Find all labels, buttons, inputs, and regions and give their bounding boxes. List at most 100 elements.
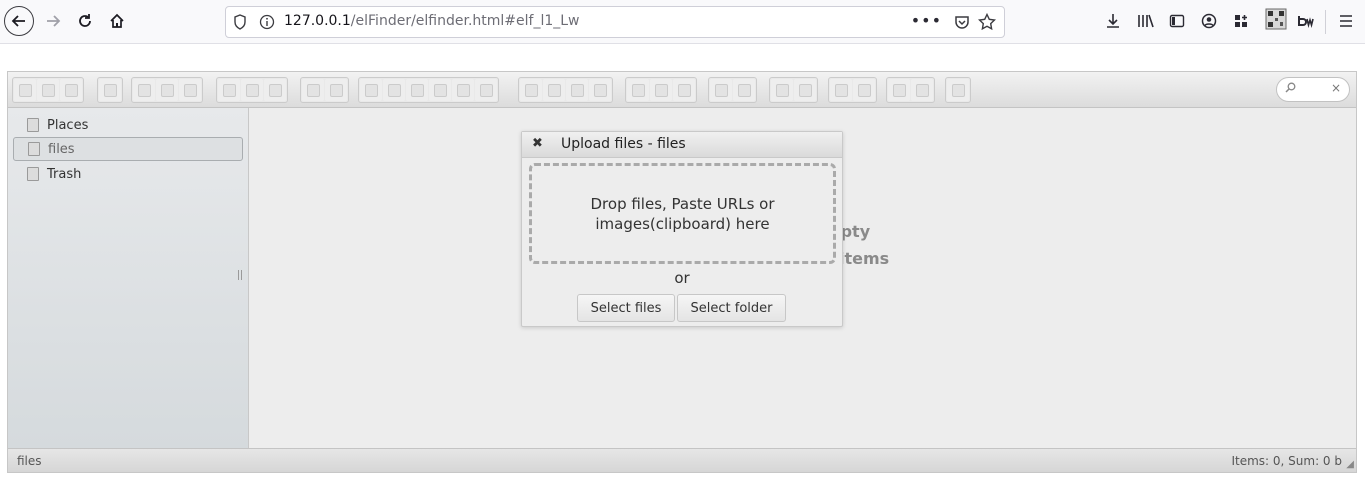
tracking-shield-icon[interactable] — [233, 14, 247, 34]
dropzone-text: Drop files, Paste URLs or images(clipboa… — [590, 194, 775, 233]
back-tool-icon[interactable] — [14, 79, 36, 101]
dialog-title: Upload files - files — [561, 136, 686, 152]
paste-tool-icon[interactable] — [406, 79, 428, 101]
fullscreen-tool-icon[interactable] — [947, 79, 969, 101]
site-info-icon[interactable] — [259, 14, 275, 34]
up-tool-icon[interactable] — [60, 79, 82, 101]
upload-dialog: ✖ Upload files - files Drop files, Paste… — [521, 131, 843, 327]
url-text[interactable]: 127.0.0.1/elFinder/elfinder.html#elf_l1_… — [284, 13, 580, 29]
rename-tool-icon[interactable] — [543, 79, 565, 101]
toolbar-separator — [1325, 10, 1326, 34]
toolbar-group-edit — [358, 77, 499, 103]
toolbar-group-file — [131, 77, 203, 103]
addon-bw-icon[interactable] — [1296, 11, 1316, 31]
sidebar-icon[interactable] — [1167, 11, 1187, 31]
or-separator: or — [674, 269, 690, 287]
getfile-tool-icon[interactable] — [264, 79, 286, 101]
hide-tool-icon[interactable] — [475, 79, 497, 101]
resize-tool-icon[interactable] — [589, 79, 611, 101]
redo-tool-icon[interactable] — [325, 79, 347, 101]
statusbar: files Items: 0, Sum: 0 b ◢ — [8, 448, 1356, 472]
empty-tool-icon[interactable] — [452, 79, 474, 101]
view-tool-icon[interactable] — [830, 79, 852, 101]
toolbar-group-extract — [769, 77, 818, 103]
toolbar-group-prefs — [886, 77, 935, 103]
toolbar-group-view — [708, 77, 757, 103]
search-input[interactable]: × — [1276, 77, 1350, 102]
folder-icon — [28, 142, 40, 156]
upload-tool-icon[interactable] — [179, 79, 201, 101]
url-bar[interactable]: 127.0.0.1/elFinder/elfinder.html#elf_l1_… — [225, 6, 1005, 38]
trash-icon — [27, 167, 39, 181]
mkdir-tool-icon[interactable] — [133, 79, 155, 101]
archive-tool-icon[interactable] — [794, 79, 816, 101]
selectinvert-tool-icon[interactable] — [673, 79, 695, 101]
hamburger-menu-icon[interactable] — [1336, 11, 1356, 31]
search-clear-icon[interactable]: × — [1331, 81, 1341, 95]
forward-arrow-icon — [47, 15, 61, 27]
quicklook-tool-icon[interactable] — [710, 79, 732, 101]
duplicate-tool-icon[interactable] — [520, 79, 542, 101]
search-icon[interactable] — [1285, 82, 1296, 96]
copy-tool-icon[interactable] — [360, 79, 382, 101]
reload-tool-icon[interactable] — [99, 79, 121, 101]
home-button[interactable] — [102, 6, 132, 36]
places-icon — [27, 118, 39, 132]
nav-item-places[interactable]: Places — [13, 113, 243, 137]
toolbar-group-rename — [518, 77, 613, 103]
cut-tool-icon[interactable] — [383, 79, 405, 101]
download-tool-icon[interactable] — [241, 79, 263, 101]
toolbar-group-navigation — [12, 77, 84, 103]
back-arrow-icon — [11, 15, 25, 27]
library-icon[interactable] — [1136, 11, 1156, 31]
selectall-tool-icon[interactable] — [627, 79, 649, 101]
bookmark-star-icon[interactable] — [977, 12, 997, 35]
url-path: /elFinder/elfinder.html#elf_l1_Lw — [350, 13, 580, 29]
toolbar-group-display — [828, 77, 877, 103]
forward-tool-icon[interactable] — [37, 79, 59, 101]
status-path: files — [17, 454, 42, 468]
browser-toolbar: 127.0.0.1/elFinder/elfinder.html#elf_l1_… — [0, 0, 1365, 44]
reload-button[interactable] — [70, 6, 100, 36]
edit-tool-icon[interactable] — [566, 79, 588, 101]
select-files-button[interactable]: Select files — [577, 294, 675, 322]
nav-item-label: files — [48, 141, 75, 157]
undo-tool-icon[interactable] — [302, 79, 324, 101]
page-actions-menu-button[interactable]: ••• — [911, 11, 942, 30]
elfinder-toolbar: × — [8, 72, 1356, 108]
reload-icon — [79, 14, 91, 27]
resize-grip-icon[interactable]: ◢ — [1346, 459, 1354, 470]
extensions-icon[interactable] — [1231, 11, 1251, 31]
status-stats: Items: 0, Sum: 0 b — [1231, 454, 1342, 468]
navbar-tree: Places files Trash — [8, 108, 249, 448]
close-icon[interactable]: ✖ — [532, 136, 543, 151]
upload-dropzone[interactable]: Drop files, Paste URLs or images(clipboa… — [529, 163, 836, 264]
selectnone-tool-icon[interactable] — [650, 79, 672, 101]
toolbar-group-fullscreen — [945, 77, 971, 103]
toolbar-group-archive — [625, 77, 697, 103]
mkfile-tool-icon[interactable] — [156, 79, 178, 101]
dialog-titlebar[interactable]: ✖ Upload files - files — [522, 132, 842, 158]
addon-qr-icon[interactable] — [1264, 7, 1288, 31]
preference-tool-icon[interactable] — [888, 79, 910, 101]
help-tool-icon[interactable] — [911, 79, 933, 101]
open-tool-icon[interactable] — [218, 79, 240, 101]
toolbar-group-open — [216, 77, 288, 103]
forward-button[interactable] — [38, 6, 68, 36]
sort-tool-icon[interactable] — [853, 79, 875, 101]
info-tool-icon[interactable] — [733, 79, 755, 101]
nav-item-files[interactable]: files — [13, 137, 243, 161]
select-folder-button[interactable]: Select folder — [677, 294, 786, 322]
nav-item-label: Places — [47, 117, 89, 133]
nav-item-label: Trash — [47, 166, 82, 182]
navbar-resize-handle[interactable] — [238, 270, 242, 280]
downloads-icon[interactable] — [1103, 11, 1123, 31]
toolbar-group-reload — [97, 77, 123, 103]
url-host: 127.0.0.1 — [284, 13, 351, 29]
back-button[interactable] — [4, 6, 34, 36]
pocket-icon[interactable] — [954, 14, 970, 34]
nav-item-trash[interactable]: Trash — [13, 162, 243, 186]
account-icon[interactable] — [1199, 11, 1219, 31]
extract-tool-icon[interactable] — [771, 79, 793, 101]
rm-tool-icon[interactable] — [429, 79, 451, 101]
